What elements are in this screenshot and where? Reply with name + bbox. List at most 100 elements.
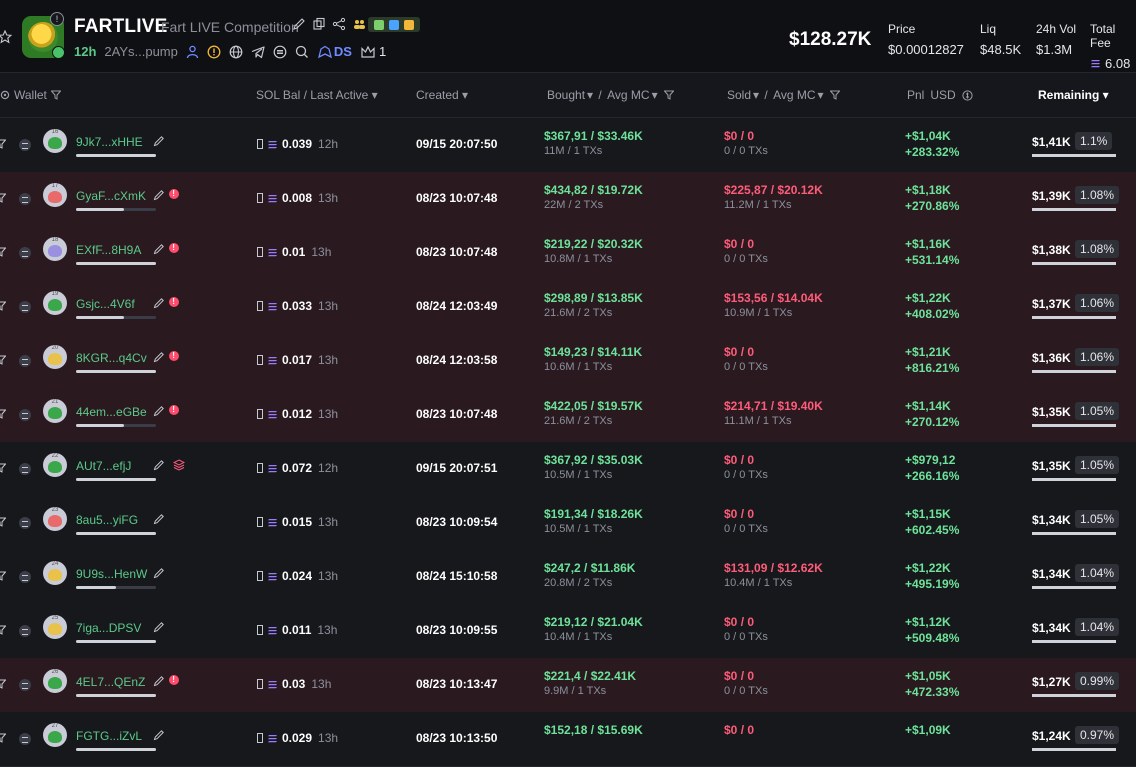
edit-icon[interactable] (153, 243, 165, 255)
user-icon[interactable] (186, 45, 199, 59)
table-row[interactable]: 27 FGTG...iZvL 0.029 13h 08/23 10:13:50 $152,… (0, 712, 1136, 767)
edit-icon[interactable] (153, 513, 165, 525)
edit-icon[interactable] (153, 567, 165, 579)
menu-icon[interactable] (19, 625, 31, 637)
info-icon[interactable]: ! (50, 12, 64, 26)
edit-icon[interactable] (153, 675, 165, 687)
copy-icon[interactable] (312, 17, 326, 31)
share-icon[interactable] (332, 17, 346, 31)
wallet-address[interactable]: AUt7...efjJ (76, 459, 131, 473)
table-row[interactable]: 21 44em...eGBe! 0.012 13h 08/23 10:07:48 $422… (0, 388, 1136, 443)
wallet-address[interactable]: 4EL7...QEnZ (76, 675, 145, 689)
filter-icon[interactable] (0, 517, 6, 527)
table-row[interactable]: 19 Gsjc...4V6f! 0.033 13h 08/24 12:03:49 $298… (0, 280, 1136, 335)
currency-toggle-icon[interactable] (962, 89, 973, 101)
sort-caret-icon[interactable]: ▾ (652, 88, 658, 102)
wallet-address[interactable]: EXfF...8H9A (76, 243, 141, 257)
avatar[interactable]: 18 (43, 237, 67, 261)
filter-icon[interactable] (0, 301, 6, 311)
filter-icon[interactable] (0, 247, 6, 257)
table-row[interactable]: 17 GyaF...cXmK! 0.008 13h 08/23 10:07:48 $434… (0, 172, 1136, 227)
filter-icon[interactable] (829, 90, 840, 100)
warning-icon[interactable]: ! (168, 405, 179, 415)
edit-icon[interactable] (153, 621, 165, 633)
filter-icon[interactable] (0, 409, 6, 419)
settings-icon[interactable] (0, 90, 10, 100)
table-row[interactable]: 18 EXfF...8H9A! 0.01 13h 08/23 10:07:48 $219,… (0, 226, 1136, 281)
wallet-address[interactable]: Gsjc...4V6f (76, 297, 135, 311)
avatar[interactable]: 20 (43, 345, 67, 369)
warning-icon[interactable]: ! (168, 189, 179, 199)
sort-caret-icon[interactable]: ▾ (587, 88, 593, 102)
avatar[interactable]: 21 (43, 399, 67, 423)
edit-icon[interactable] (153, 459, 165, 471)
avatar[interactable]: 26 (43, 669, 67, 693)
edit-icon[interactable] (153, 405, 165, 417)
usd-label[interactable]: USD (930, 88, 955, 102)
sort-caret-icon[interactable]: ▾ (753, 88, 759, 102)
wallet-address[interactable]: 8KGR...q4Cv (76, 351, 147, 365)
sort-caret-icon[interactable]: ▾ (1099, 88, 1109, 102)
menu-icon[interactable] (19, 517, 31, 529)
alert-icon[interactable] (207, 45, 221, 59)
wallet-address[interactable]: GyaF...cXmK (76, 189, 146, 203)
warning-icon[interactable]: ! (168, 297, 179, 307)
contract-address[interactable]: 2AYs...pump (104, 44, 177, 59)
edit-icon[interactable] (153, 297, 165, 309)
menu-icon[interactable] (19, 193, 31, 205)
people-icon[interactable] (352, 17, 366, 31)
sort-caret-icon[interactable]: ▾ (818, 88, 824, 102)
avatar[interactable]: 24 (43, 561, 67, 585)
remaining-column-header[interactable]: Remaining ▾ (1038, 88, 1109, 102)
table-row[interactable]: 22 AUt7...efjJ 0.072 12h 09/15 20:07:51 $367,… (0, 442, 1136, 497)
wallet-address[interactable]: FGTG...iZvL (76, 729, 142, 743)
filter-icon[interactable] (0, 355, 6, 365)
wallet-address[interactable]: 7iga...DPSV (76, 621, 141, 635)
created-column-header[interactable]: Created ▾ (416, 88, 468, 102)
avatar[interactable]: 22 (43, 453, 67, 477)
menu-icon[interactable] (19, 463, 31, 475)
wallet-address[interactable]: 44em...eGBe (76, 405, 147, 419)
table-row[interactable]: 25 7iga...DPSV 0.011 13h 08/23 10:09:55 $219,… (0, 604, 1136, 659)
star-icon[interactable] (0, 30, 12, 44)
wallet-column-header[interactable]: Wallet (0, 88, 61, 102)
avatar[interactable]: 16 (43, 129, 67, 153)
warning-icon[interactable]: ! (168, 675, 179, 685)
table-row[interactable]: 16 9Jk7...xHHE 0.039 12h 09/15 20:07:50 $367,… (0, 118, 1136, 173)
wallet-address[interactable]: 9Jk7...xHHE (76, 135, 143, 149)
menu-icon[interactable] (19, 139, 31, 151)
globe-icon[interactable] (229, 45, 243, 59)
avatar[interactable]: 23 (43, 507, 67, 531)
menu-icon[interactable] (19, 679, 31, 691)
menu-icon[interactable] (19, 247, 31, 259)
warning-icon[interactable]: ! (168, 243, 179, 253)
filter-icon[interactable] (663, 90, 674, 100)
filter-icon[interactable] (0, 679, 6, 689)
dexscreener-icon[interactable] (317, 45, 333, 59)
pump-icon[interactable] (273, 45, 287, 59)
filter-icon[interactable] (0, 139, 6, 149)
menu-icon[interactable] (19, 301, 31, 313)
table-row[interactable]: 26 4EL7...QEnZ! 0.03 13h 08/23 10:13:47 $221,… (0, 658, 1136, 713)
edit-icon[interactable] (153, 135, 165, 147)
menu-icon[interactable] (19, 355, 31, 367)
bought-column-header[interactable]: Bought ▾ / Avg MC ▾ (547, 88, 674, 102)
table-row[interactable]: 24 9U9s...HenW 0.024 13h 08/24 15:10:58 $247,… (0, 550, 1136, 605)
menu-icon[interactable] (19, 409, 31, 421)
wallet-address[interactable]: 9U9s...HenW (76, 567, 147, 581)
sold-column-header[interactable]: Sold ▾ / Avg MC ▾ (727, 88, 840, 102)
layers-icon[interactable] (172, 459, 185, 471)
filter-icon[interactable] (0, 733, 6, 743)
menu-icon[interactable] (19, 571, 31, 583)
avatar[interactable]: 17 (43, 183, 67, 207)
avatar[interactable]: 19 (43, 291, 67, 315)
warning-icon[interactable]: ! (168, 351, 179, 361)
edit-icon[interactable] (153, 351, 165, 363)
menu-icon[interactable] (19, 733, 31, 745)
table-row[interactable]: 20 8KGR...q4Cv! 0.017 13h 08/24 12:03:58 $149… (0, 334, 1136, 389)
telegram-icon[interactable] (251, 45, 265, 59)
search-icon[interactable] (295, 45, 309, 59)
wallet-address[interactable]: 8au5...yiFG (76, 513, 138, 527)
avatar[interactable]: 25 (43, 615, 67, 639)
filter-icon[interactable] (0, 193, 6, 203)
